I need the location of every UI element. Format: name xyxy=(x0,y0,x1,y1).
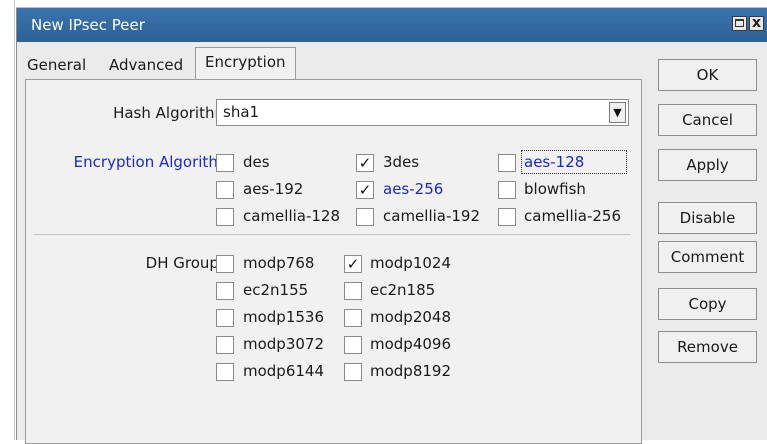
checkbox-ec2n155[interactable] xyxy=(216,282,234,300)
checkbox-modp768[interactable] xyxy=(216,255,234,273)
checkbox-modp8192[interactable] xyxy=(344,363,362,381)
option-label-camellia-256: camellia-256 xyxy=(524,207,622,225)
option-label-modp3072: modp3072 xyxy=(243,335,325,353)
encryption-panel: Hash Algorithn sha1 ▼ Encryption Algorit… xyxy=(25,79,642,444)
copy-button[interactable]: Copy xyxy=(658,288,757,320)
hash-algorithm-select[interactable]: sha1 ▼ xyxy=(216,99,629,126)
hash-algorithm-label: Hash Algorithn xyxy=(113,104,224,122)
disable-button[interactable]: Disable xyxy=(658,202,757,234)
background-divider xyxy=(14,0,15,440)
tab-advanced[interactable]: Advanced xyxy=(107,52,185,79)
ok-button[interactable]: OK xyxy=(658,59,757,91)
option-label-aes-256: aes-256 xyxy=(383,180,444,198)
option-label-camellia-192: camellia-192 xyxy=(383,207,481,225)
option-label-modp768: modp768 xyxy=(243,254,315,272)
dh-group-label: DH Group: xyxy=(145,254,224,272)
apply-button[interactable]: Apply xyxy=(658,149,757,181)
checkbox-des[interactable] xyxy=(216,154,234,172)
checkbox-aes-128[interactable] xyxy=(498,154,516,172)
tab-encryption[interactable]: Encryption xyxy=(195,47,296,79)
option-label-modp4096: modp4096 xyxy=(370,335,452,353)
section-divider xyxy=(34,234,631,235)
option-label-blowfish: blowfish xyxy=(524,180,586,198)
maximize-icon[interactable] xyxy=(732,16,747,31)
checkbox-ec2n185[interactable] xyxy=(344,282,362,300)
cancel-button[interactable]: Cancel xyxy=(658,104,757,136)
checkbox-camellia-256[interactable] xyxy=(498,208,516,226)
dialog-content: General Advanced Encryption Hash Algorit… xyxy=(17,42,767,444)
option-label-modp6144: modp6144 xyxy=(243,362,325,380)
checkbox-aes-256[interactable]: ✓ xyxy=(356,181,374,199)
option-label-aes-128: aes-128 xyxy=(521,150,627,174)
window-title: New IPsec Peer xyxy=(31,16,145,34)
checkbox-camellia-192[interactable] xyxy=(356,208,374,226)
option-label-3des: 3des xyxy=(383,153,420,171)
title-bar[interactable]: New IPsec Peer x xyxy=(17,8,767,42)
checkbox-modp2048[interactable] xyxy=(344,309,362,327)
option-label-modp1024: modp1024 xyxy=(370,254,452,272)
checkbox-3des[interactable]: ✓ xyxy=(356,154,374,172)
option-label-camellia-128: camellia-128 xyxy=(243,207,341,225)
hash-algorithm-value: sha1 xyxy=(223,103,260,121)
option-label-modp2048: modp2048 xyxy=(370,308,452,326)
comment-button[interactable]: Comment xyxy=(658,241,757,273)
option-label-modp8192: modp8192 xyxy=(370,362,452,380)
option-label-des: des xyxy=(243,153,270,171)
option-label-ec2n155: ec2n155 xyxy=(243,281,309,299)
close-icon[interactable]: x xyxy=(749,16,764,31)
ipsec-peer-dialog: New IPsec Peer x General Advanced Encryp… xyxy=(16,8,767,444)
checkbox-blowfish[interactable] xyxy=(498,181,516,199)
checkbox-modp6144[interactable] xyxy=(216,363,234,381)
checkbox-modp1024[interactable]: ✓ xyxy=(344,255,362,273)
checkbox-modp3072[interactable] xyxy=(216,336,234,354)
option-label-modp1536: modp1536 xyxy=(243,308,325,326)
remove-button[interactable]: Remove xyxy=(658,331,757,363)
checkbox-modp1536[interactable] xyxy=(216,309,234,327)
checkbox-modp4096[interactable] xyxy=(344,336,362,354)
dropdown-arrow-icon[interactable]: ▼ xyxy=(609,102,626,123)
option-label-aes-192: aes-192 xyxy=(243,180,304,198)
encryption-algorithm-label: Encryption Algorithr xyxy=(73,153,224,171)
option-label-ec2n185: ec2n185 xyxy=(370,281,436,299)
tab-general[interactable]: General xyxy=(25,52,88,79)
checkbox-camellia-128[interactable] xyxy=(216,208,234,226)
checkbox-aes-192[interactable] xyxy=(216,181,234,199)
